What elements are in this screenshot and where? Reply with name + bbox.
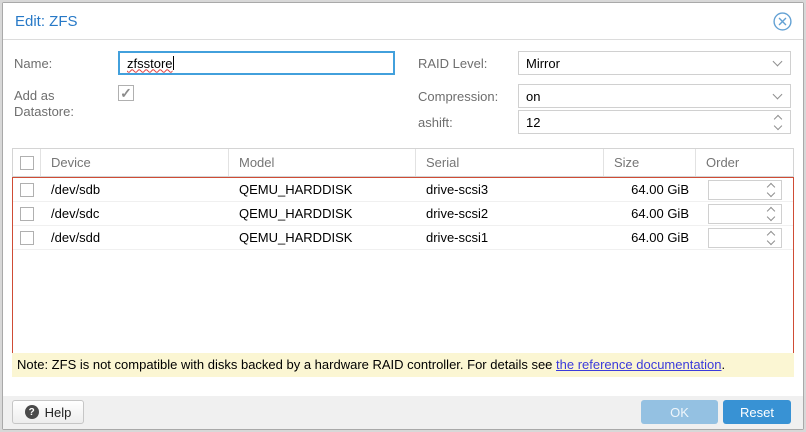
close-icon[interactable] [773,12,792,31]
table-row[interactable]: /dev/sdc QEMU_HARDDISK drive-scsi2 64.00… [13,202,793,226]
raid-level-select[interactable]: Mirror [518,51,791,75]
raid-level-value: Mirror [519,56,764,71]
name-label: Name: [14,56,52,72]
compression-value: on [519,89,764,104]
device-cell: /dev/sdb [41,178,229,201]
chevron-down-icon[interactable] [764,52,790,74]
size-cell: 64.00 GiB [604,202,696,225]
column-header-size[interactable]: Size [604,149,696,176]
dialog-title: Edit: ZFS [15,3,78,40]
reference-documentation-link[interactable]: the reference documentation [556,357,722,372]
add-as-datastore-label: Add as Datastore: [14,88,106,120]
dialog-footer: ? Help OK Reset [3,396,803,429]
disk-table: Device Model Serial Size Order /dev/sdb … [12,148,794,354]
spinner-arrows-icon[interactable] [761,205,781,223]
note-text-end: . [722,357,726,372]
spinner-arrows-icon[interactable] [761,229,781,247]
help-icon: ? [25,405,39,419]
column-header-model[interactable]: Model [229,149,416,176]
row-checkbox[interactable] [20,231,34,245]
column-header-serial[interactable]: Serial [416,149,604,176]
column-header-order[interactable]: Order [696,149,793,176]
model-cell: QEMU_HARDDISK [229,202,416,225]
compression-select[interactable]: on [518,84,791,108]
order-spinner[interactable] [708,228,782,248]
serial-cell: drive-scsi1 [416,226,604,249]
note-text: Note: ZFS is not compatible with disks b… [17,357,556,372]
ashift-value: 12 [519,115,766,130]
ashift-spinner[interactable]: 12 [518,110,791,134]
row-checkbox[interactable] [20,183,34,197]
size-cell: 64.00 GiB [604,226,696,249]
select-all-checkbox[interactable] [20,156,34,170]
spinner-arrows-icon[interactable] [761,181,781,199]
edit-zfs-dialog: Edit: ZFS Name: zfsstore Add as Datastor… [2,2,804,430]
size-cell: 64.00 GiB [604,178,696,201]
model-cell: QEMU_HARDDISK [229,178,416,201]
device-cell: /dev/sdd [41,226,229,249]
order-spinner[interactable] [708,180,782,200]
zfs-note: Note: ZFS is not compatible with disks b… [12,353,794,377]
table-row[interactable]: /dev/sdb QEMU_HARDDISK drive-scsi3 64.00… [13,178,793,202]
disk-table-header: Device Model Serial Size Order [12,148,794,177]
name-input[interactable]: zfsstore [118,51,395,75]
raid-level-label: RAID Level: [418,56,487,72]
select-all-cell [13,149,41,176]
model-cell: QEMU_HARDDISK [229,226,416,249]
order-spinner[interactable] [708,204,782,224]
text-caret [173,56,174,70]
compression-label: Compression: [418,89,498,105]
row-checkbox[interactable] [20,207,34,221]
add-as-datastore-checkbox[interactable] [118,85,134,101]
dialog-titlebar: Edit: ZFS [3,3,803,40]
help-button-label: Help [45,405,72,420]
table-row[interactable]: /dev/sdd QEMU_HARDDISK drive-scsi1 64.00… [13,226,793,250]
disk-table-body: /dev/sdb QEMU_HARDDISK drive-scsi3 64.00… [12,177,794,354]
help-button[interactable]: ? Help [12,400,84,424]
serial-cell: drive-scsi2 [416,202,604,225]
reset-button[interactable]: Reset [723,400,791,424]
device-cell: /dev/sdc [41,202,229,225]
chevron-down-icon[interactable] [764,85,790,107]
column-header-device[interactable]: Device [41,149,229,176]
spinner-arrows-icon[interactable] [766,111,790,133]
serial-cell: drive-scsi3 [416,178,604,201]
name-input-value: zfsstore [127,56,173,71]
ashift-label: ashift: [418,115,453,131]
ok-button[interactable]: OK [641,400,718,424]
